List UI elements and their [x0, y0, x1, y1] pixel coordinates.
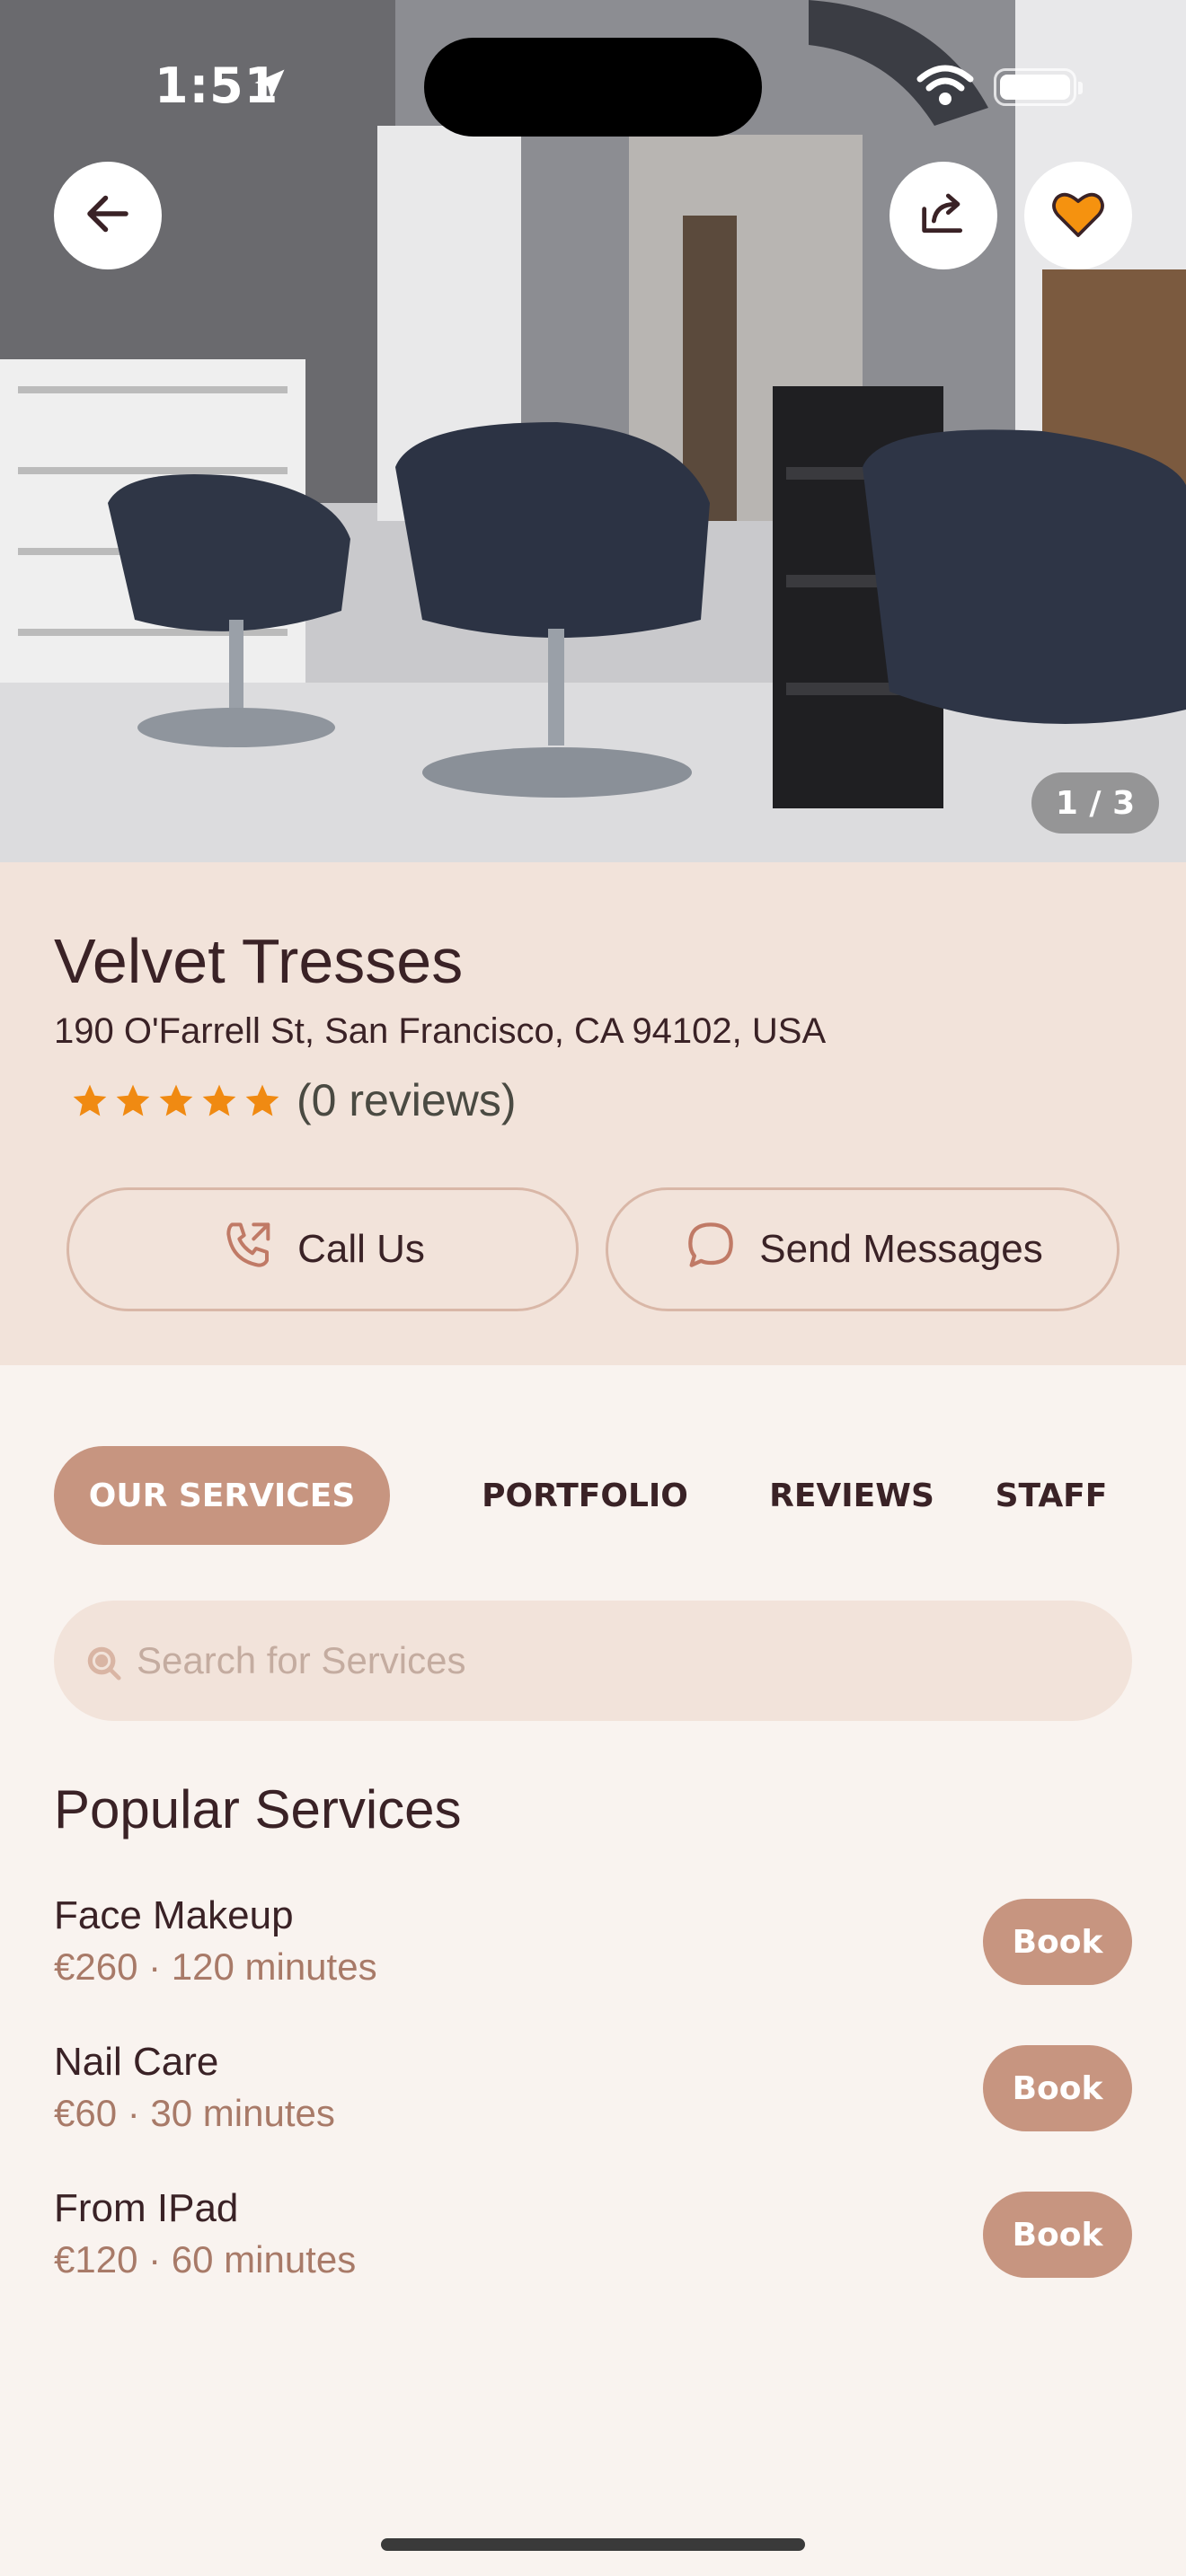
image-counter: 1 / 3 [1031, 772, 1159, 834]
star-icon [202, 1084, 236, 1116]
star-icon [159, 1084, 193, 1116]
tab-our-services[interactable]: OUR SERVICES [54, 1446, 390, 1545]
share-icon [915, 185, 972, 246]
service-item: Face Makeup €260 · 120 minutes Book [54, 1893, 1132, 2001]
tab-staff[interactable]: STAFF [952, 1446, 1150, 1545]
battery-icon [994, 68, 1083, 106]
dynamic-island [424, 38, 762, 137]
favorite-button[interactable] [1024, 162, 1132, 269]
rating-stars [70, 1081, 282, 1121]
search-icon [83, 1642, 124, 1687]
send-messages-button[interactable]: Send Messages [606, 1187, 1120, 1311]
search-input[interactable] [137, 1628, 1107, 1694]
star-icon [116, 1084, 150, 1116]
service-price-duration: €260 · 120 minutes [54, 1945, 377, 1988]
status-bar: 1:51 [0, 0, 1186, 171]
popular-services-title: Popular Services [54, 1779, 462, 1839]
star-icon [245, 1084, 279, 1116]
service-item: Nail Care €60 · 30 minutes Book [54, 2040, 1132, 2148]
salon-address: 190 O'Farrell St, San Francisco, CA 9410… [54, 1011, 827, 1051]
star-icon [73, 1084, 107, 1116]
service-name: Nail Care [54, 2040, 219, 2084]
service-search-bar[interactable] [54, 1601, 1132, 1721]
chat-bubble-icon [682, 1216, 739, 1284]
arrow-left-icon [81, 187, 135, 244]
service-name: Face Makeup [54, 1893, 294, 1937]
book-button[interactable]: Book [983, 2045, 1132, 2131]
back-button[interactable] [54, 162, 162, 269]
salon-name: Velvet Tresses [54, 926, 464, 996]
service-item: From IPad €120 · 60 minutes Book [54, 2186, 1132, 2294]
call-us-button[interactable]: Call Us [66, 1187, 579, 1311]
share-button[interactable] [890, 162, 997, 269]
book-button[interactable]: Book [983, 1899, 1132, 1985]
home-indicator[interactable] [381, 2538, 805, 2551]
location-arrow-icon [250, 65, 289, 108]
salon-tabs: OUR SERVICES PORTFOLIO REVIEWS STAFF [54, 1446, 1132, 1545]
reviews-count[interactable]: (0 reviews) [296, 1074, 516, 1126]
phone-icon [220, 1216, 278, 1284]
book-button[interactable]: Book [983, 2192, 1132, 2278]
service-name: From IPad [54, 2186, 239, 2230]
call-us-label: Call Us [297, 1227, 425, 1271]
service-price-duration: €60 · 30 minutes [54, 2092, 335, 2134]
wifi-icon [916, 65, 974, 111]
send-messages-label: Send Messages [759, 1227, 1043, 1271]
service-price-duration: €120 · 60 minutes [54, 2238, 357, 2280]
heart-icon [1049, 185, 1107, 246]
